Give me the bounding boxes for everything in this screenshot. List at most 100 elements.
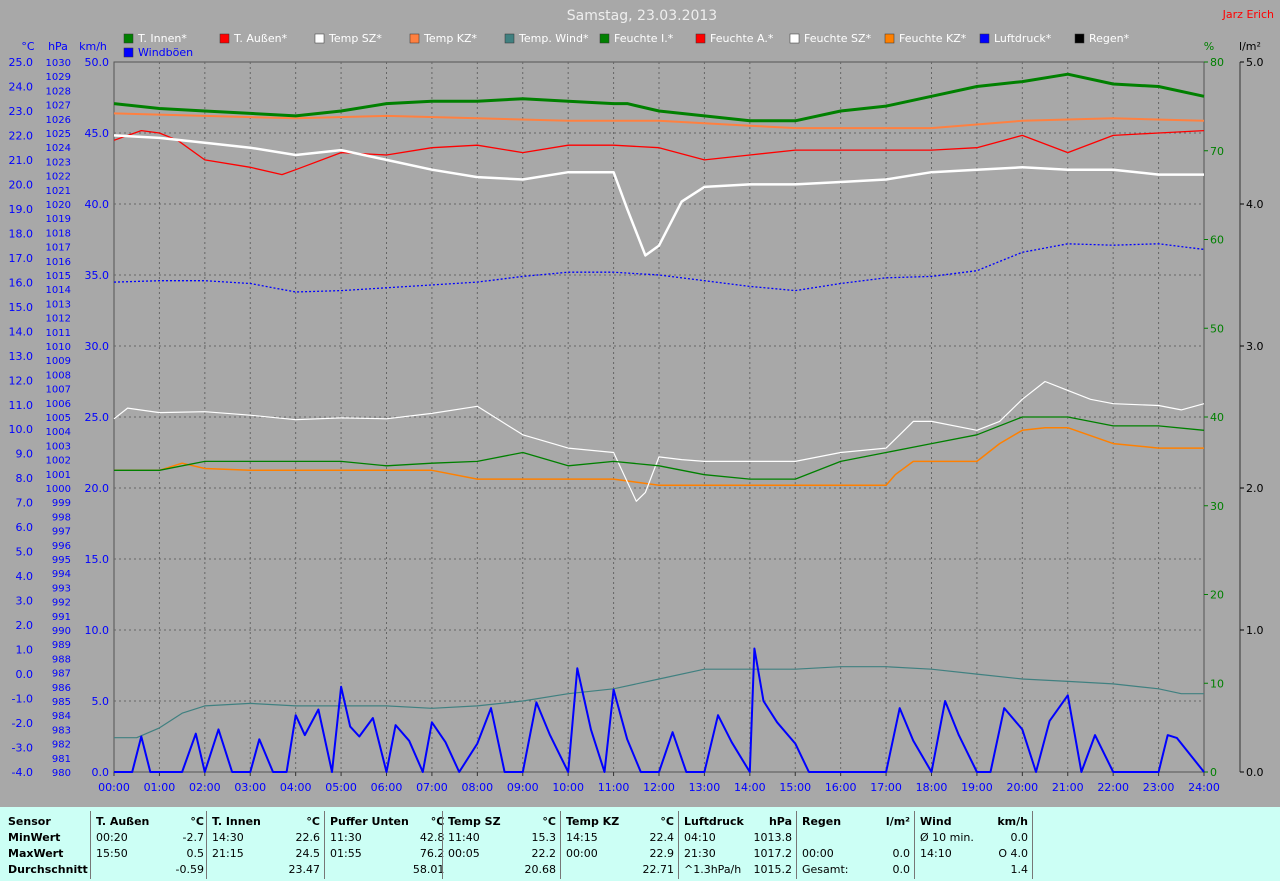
stats-cell-value: 0.0: [1010, 830, 1029, 844]
legend-swatch: [599, 33, 610, 44]
pressure-tick-label: 992: [52, 598, 71, 609]
stats-cell-value: 0.0: [892, 846, 911, 860]
pressure-tick-label: 990: [52, 626, 71, 637]
temp-tick-label: 18.0: [9, 227, 34, 240]
stats-column-separator: [324, 811, 325, 879]
temp-tick-label: 13.0: [9, 350, 34, 363]
rain-tick-label: 1.0: [1246, 624, 1264, 637]
stats-cell-value: [872, 829, 912, 845]
stats-cell-value: -0.59: [175, 862, 204, 876]
temp-tick-label: 0.0: [16, 668, 34, 681]
pressure-tick-label: 1023: [46, 157, 71, 168]
stats-column-header: Regen: [802, 814, 842, 828]
legend-label: Windböen: [138, 46, 193, 59]
stats-cell-value: O 4.0: [998, 846, 1028, 860]
pressure-tick-label: 1016: [46, 257, 71, 268]
stats-column-unit: km/h: [997, 814, 1028, 828]
stats-row-label: MaxWert: [8, 846, 64, 860]
humidity-tick-label: 10: [1210, 677, 1224, 690]
stats-row-labels: Sensor MinWert MaxWert Durchschnitt: [6, 813, 90, 877]
wind-tick-label: 40.0: [85, 198, 110, 211]
legend-label: Luftdruck*: [994, 32, 1052, 45]
time-tick-label: 23:00: [1143, 781, 1175, 794]
time-tick-label: 07:00: [416, 781, 448, 794]
pressure-tick-label: 1001: [46, 470, 71, 481]
humidity-tick-label: 0: [1210, 766, 1217, 779]
pressure-unit-label: hPa: [48, 40, 68, 53]
stats-cell-time: [328, 861, 411, 877]
temp-tick-label: 16.0: [9, 276, 34, 289]
legend-swatch: [314, 33, 325, 44]
legend-swatch: [123, 47, 134, 58]
rain-tick-label: 2.0: [1246, 482, 1264, 495]
stats-column: Regen l/m² 00:00 0.0 Gesamt: 0.0: [800, 813, 912, 877]
temp-tick-label: 22.0: [9, 129, 34, 142]
stats-cell-value: 1013.8: [753, 830, 793, 844]
temp-tick-label: 19.0: [9, 203, 34, 216]
legend-label: T. Innen*: [137, 32, 187, 45]
stats-column-unit: °C: [306, 814, 320, 828]
stats-cell-value: 24.5: [295, 846, 321, 860]
stats-cell-time: Ø 10 min.: [920, 830, 974, 844]
pressure-tick-label: 1028: [46, 86, 71, 97]
pressure-tick-label: 1000: [46, 484, 71, 495]
wind-tick-label: 30.0: [85, 340, 110, 353]
temp-tick-label: -4.0: [12, 766, 33, 779]
pressure-tick-label: 1006: [46, 399, 71, 410]
stats-cell-time: 14:10: [920, 846, 952, 860]
wind-tick-label: 45.0: [85, 127, 110, 140]
temp-tick-label: 10.0: [9, 423, 34, 436]
time-tick-label: 24:00: [1188, 781, 1220, 794]
stats-cell-value: 1.4: [1010, 862, 1029, 876]
humidity-tick-label: 80: [1210, 56, 1224, 69]
time-tick-label: 18:00: [916, 781, 948, 794]
temp-tick-label: 25.0: [9, 56, 34, 69]
pressure-tick-label: 1009: [46, 356, 71, 367]
stats-column: Temp SZ °C 11:40 15.3 00:05 22.2 20.68: [446, 813, 558, 877]
stats-cell-value: 0.5: [186, 846, 205, 860]
temp-tick-label: 4.0: [16, 570, 34, 583]
time-tick-label: 17:00: [870, 781, 902, 794]
stats-cell-value: 22.71: [642, 862, 675, 876]
time-tick-label: 21:00: [1052, 781, 1084, 794]
stats-cell-value: 23.47: [288, 862, 321, 876]
wind-tick-label: 15.0: [85, 553, 110, 566]
time-tick-label: 06:00: [371, 781, 403, 794]
pressure-tick-label: 1018: [46, 228, 71, 239]
rain-tick-label: 5.0: [1246, 56, 1264, 69]
time-tick-label: 04:00: [280, 781, 312, 794]
pressure-tick-label: 994: [52, 569, 71, 580]
stats-column-separator: [678, 811, 679, 879]
time-tick-label: 16:00: [825, 781, 857, 794]
stats-cell-time: Gesamt:: [802, 862, 849, 876]
stats-cell-time: [564, 861, 633, 877]
pressure-tick-label: 986: [52, 683, 71, 694]
humidity-tick-label: 60: [1210, 234, 1224, 247]
humidity-tick-label: 40: [1210, 411, 1224, 424]
legend-label: Regen*: [1089, 32, 1130, 45]
legend-label: Temp. Wind*: [518, 32, 589, 45]
pressure-tick-label: 982: [52, 740, 71, 751]
stats-cell-time: 00:05: [448, 846, 480, 860]
stats-cell-time: [446, 861, 515, 877]
legend-label: Feuchte SZ*: [804, 32, 872, 45]
pressure-tick-label: 1014: [46, 285, 71, 296]
pressure-tick-label: 1005: [46, 413, 71, 424]
wind-tick-label: 50.0: [85, 56, 110, 69]
stats-cell-time: ^1.3hPa/h: [684, 862, 742, 876]
pressure-tick-label: 991: [52, 612, 71, 623]
temp-tick-label: 6.0: [16, 521, 34, 534]
pressure-tick-label: 993: [52, 583, 71, 594]
stats-cell-time: 11:40: [448, 830, 480, 844]
wind-tick-label: 5.0: [92, 695, 110, 708]
temp-tick-label: -2.0: [12, 717, 33, 730]
legend-swatch: [979, 33, 990, 44]
weather-chart: °C hPa km/h% l/m² 25.0 24.0 23.0 22.0 21.0 20.0 19…: [0, 0, 1280, 807]
stats-row-label: MinWert: [8, 830, 61, 844]
pressure-tick-label: 999: [52, 498, 71, 509]
temp-tick-label: 21.0: [9, 154, 34, 167]
wind-tick-label: 20.0: [85, 482, 110, 495]
wind-unit-label: km/h: [79, 40, 107, 53]
stats-cell-value: 22.2: [531, 846, 557, 860]
pressure-tick-label: 998: [52, 512, 71, 523]
